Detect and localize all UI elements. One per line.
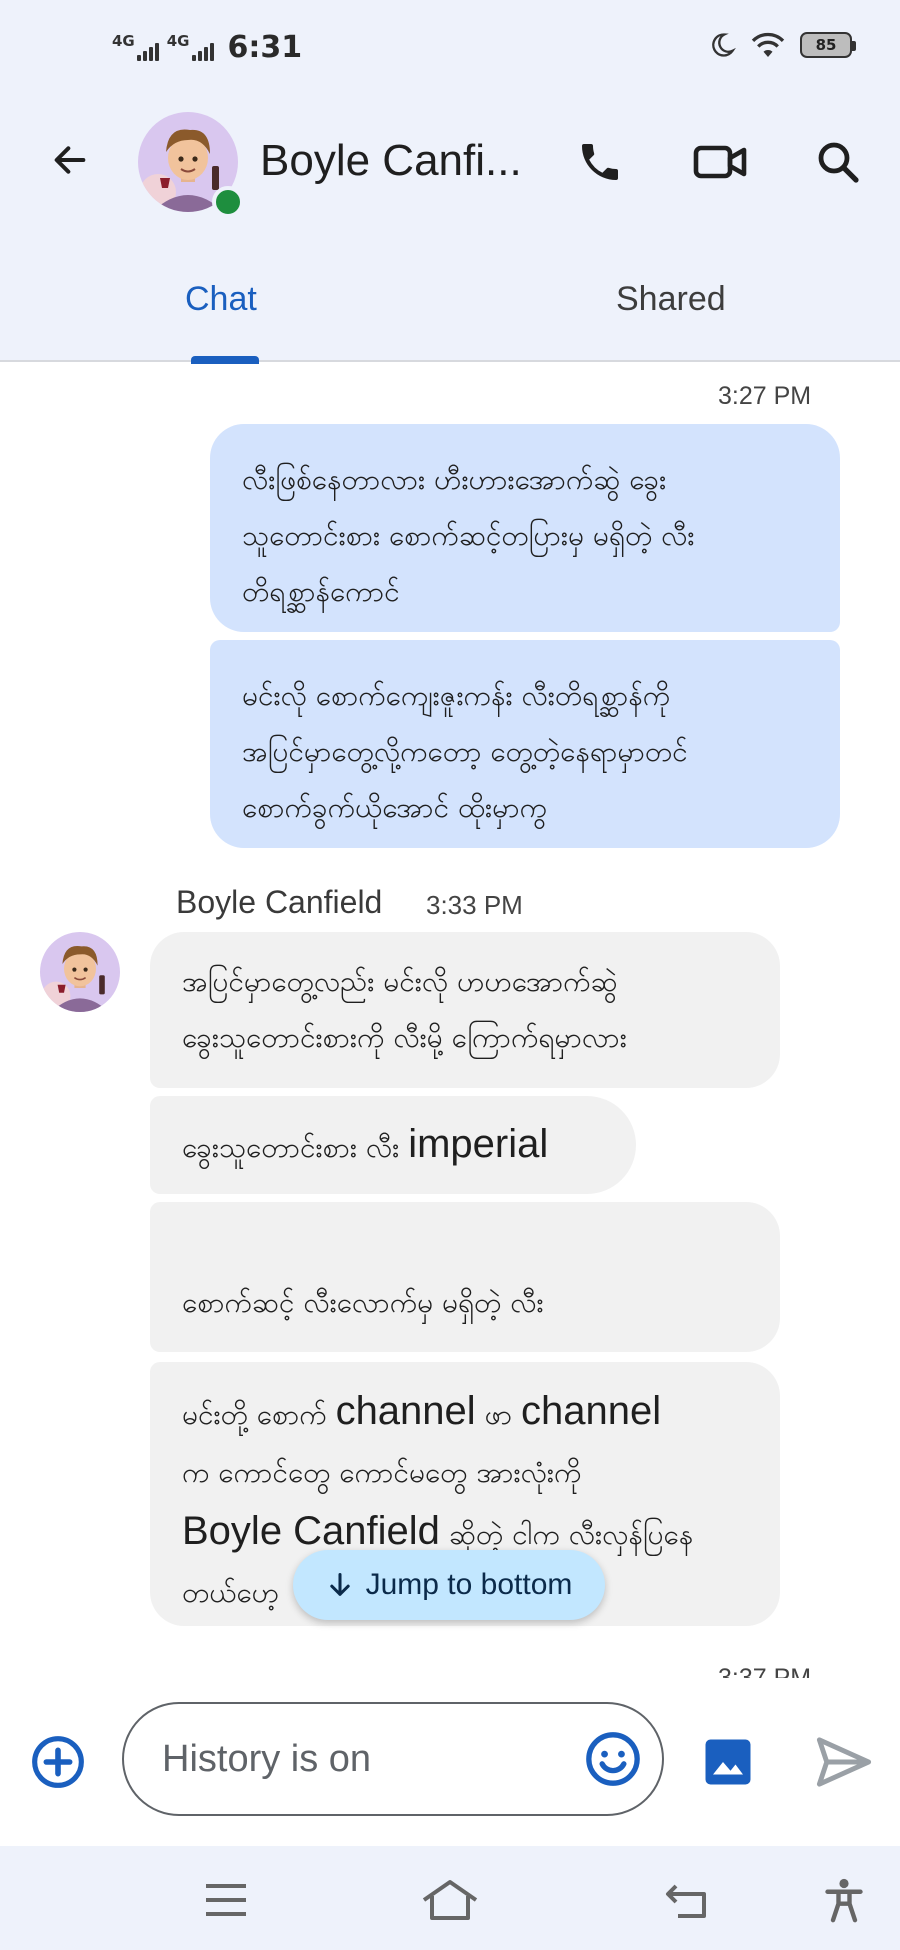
image-icon xyxy=(705,1739,751,1785)
menu-icon xyxy=(206,1884,246,1916)
avatar-illustration xyxy=(40,932,120,1012)
add-attachment-button[interactable] xyxy=(30,1734,86,1790)
send-icon xyxy=(816,1737,872,1787)
back-arrow-icon xyxy=(54,146,86,174)
message-text: ဖာ xyxy=(475,1398,521,1431)
incoming-message[interactable]: ခွေးသူတောင်းစား လီး imperial xyxy=(150,1096,636,1194)
add-circle-icon xyxy=(32,1736,84,1788)
signal-bars-icon xyxy=(136,41,159,61)
message-text: Boyle Canfield xyxy=(182,1509,440,1553)
active-tab-indicator xyxy=(191,356,259,364)
phone-icon xyxy=(582,144,618,180)
avatar[interactable] xyxy=(40,932,120,1012)
accessibility-icon xyxy=(825,1878,863,1923)
status-left: 4G 4G 6:31 xyxy=(112,30,302,65)
message-text: စောက်ဆင့် လီးလောက်မှ မရှိတဲ့ လီး xyxy=(182,1286,544,1319)
back-nav-button[interactable] xyxy=(654,1870,718,1930)
incoming-message[interactable]: အပြင်မှာတွေ့လည်း မင်းလို ဟဟအောက်ဆွဲ ခွေး… xyxy=(150,932,780,1088)
tab-bar: Chat Shared xyxy=(0,262,900,364)
back-nav-icon xyxy=(666,1884,706,1918)
network-type-label: 4G xyxy=(112,32,135,50)
tab-shared[interactable]: Shared xyxy=(616,280,726,319)
home-icon xyxy=(422,1880,478,1920)
accessibility-button[interactable] xyxy=(812,1870,876,1930)
signal-bars-icon xyxy=(191,41,214,61)
online-status-dot xyxy=(212,186,244,218)
battery-indicator: 85 xyxy=(800,32,856,58)
signal-indicator-2: 4G xyxy=(167,34,214,61)
tab-chat[interactable]: Chat xyxy=(185,280,257,319)
system-navigation-bar xyxy=(0,1846,900,1950)
message-text: မင်းတို့ စောက် xyxy=(182,1398,336,1431)
message-text: ခွေးသူတောင်းစား လီး xyxy=(182,1131,409,1164)
message-text: ဆိုတဲ့ ငါက လီးလှန်ပြနေ xyxy=(439,1518,694,1551)
sender-name: Boyle Canfield xyxy=(176,884,383,920)
outgoing-message[interactable]: လီးဖြစ်နေတာလား ဟီးဟားအောက်ဆွဲ ခွေး သူတော… xyxy=(210,424,840,632)
network-type-label: 4G xyxy=(166,32,190,50)
home-button[interactable] xyxy=(418,1870,482,1930)
contact-name[interactable]: Boyle Canfi... xyxy=(260,136,522,186)
status-bar: 4G 4G 6:31 85 xyxy=(0,0,900,100)
search-button[interactable] xyxy=(806,130,870,194)
incoming-message[interactable]: စောက်ဆင့် လီးလောက်မှ မရှိတဲ့ လီး imperia… xyxy=(150,1202,780,1433)
voice-call-button[interactable] xyxy=(568,130,632,194)
message-line: မင်းတို့ စောက် channel ဖာ channel xyxy=(182,1382,748,1444)
message-timestamp: 3:33 PM xyxy=(426,890,523,920)
app-bar: Boyle Canfi... xyxy=(0,100,900,230)
jump-to-bottom-label: Jump to bottom xyxy=(365,1568,573,1601)
message-text: imperial xyxy=(408,1122,549,1166)
message-input[interactable] xyxy=(162,1734,542,1784)
message-text: channel xyxy=(521,1389,662,1433)
contact-avatar[interactable] xyxy=(138,112,244,218)
status-right: 85 xyxy=(708,30,856,60)
message-compose-field[interactable] xyxy=(122,1702,664,1816)
video-call-button[interactable] xyxy=(688,130,752,194)
recent-apps-button[interactable] xyxy=(194,1870,258,1930)
arrow-down-icon xyxy=(329,1572,350,1596)
emoji-button[interactable] xyxy=(584,1730,642,1788)
moon-icon xyxy=(712,33,736,57)
message-timestamp: 3:27 PM xyxy=(718,382,812,410)
search-icon xyxy=(818,142,859,183)
back-button[interactable] xyxy=(40,130,100,190)
jump-to-bottom-button[interactable]: Jump to bottom xyxy=(293,1550,605,1620)
status-time: 6:31 xyxy=(227,30,303,65)
signal-indicator-1: 4G xyxy=(112,34,159,61)
message-timestamp-partial: 3:37 PM xyxy=(718,1664,812,1678)
wifi-icon xyxy=(751,32,785,57)
send-button[interactable] xyxy=(812,1732,876,1792)
video-icon xyxy=(693,145,747,179)
emoji-icon xyxy=(586,1732,640,1786)
message-text: channel xyxy=(335,1389,476,1433)
image-upload-button[interactable] xyxy=(698,1732,758,1792)
message-text: က ကောင်တွေ ကောင်မတွေ အားလုံးကို xyxy=(182,1456,582,1489)
outgoing-message[interactable]: မင်းလို စောက်ကျေးဇူးကန်း လီးတိရစ္ဆာန်ကို… xyxy=(210,640,840,848)
